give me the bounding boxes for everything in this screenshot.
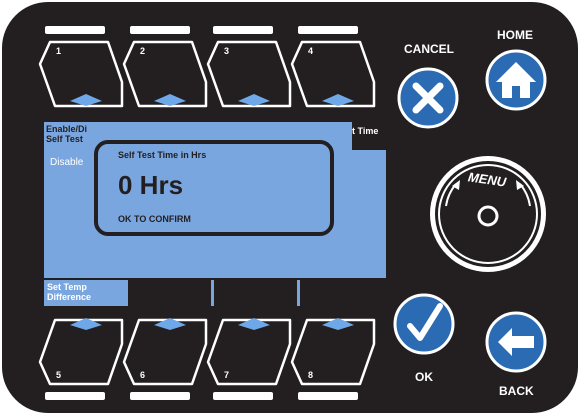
soft-key-number-6: 6 bbox=[140, 370, 146, 380]
panel-graphics bbox=[2, 2, 578, 413]
control-panel: 1 2 3 4 5 6 7 8 CANCEL HOME OK BACK MENU… bbox=[0, 0, 580, 415]
indicator-bar-7 bbox=[213, 392, 273, 400]
home-label: HOME bbox=[497, 28, 533, 42]
soft-key-number-4: 4 bbox=[308, 46, 314, 56]
indicator-bar-4 bbox=[298, 26, 358, 34]
soft-key-number-5: 5 bbox=[56, 370, 62, 380]
soft-key-number-2: 2 bbox=[140, 46, 146, 56]
dialog-value: 0 Hrs bbox=[118, 170, 184, 200]
cancel-label: CANCEL bbox=[404, 42, 454, 56]
soft-key-number-3: 3 bbox=[224, 46, 230, 56]
indicator-bar-3 bbox=[213, 26, 273, 34]
screen-top-right-label: t Time bbox=[352, 126, 379, 136]
indicator-bar-2 bbox=[130, 26, 190, 34]
cancel-button[interactable] bbox=[397, 67, 459, 129]
indicator-bar-8 bbox=[298, 392, 358, 400]
home-button[interactable] bbox=[485, 49, 547, 111]
back-label: BACK bbox=[499, 384, 534, 398]
ok-button[interactable] bbox=[393, 293, 455, 355]
softkey-label-text-1: Set Temp Difference bbox=[47, 282, 92, 302]
soft-key-number-8: 8 bbox=[308, 370, 314, 380]
indicator-bar-1 bbox=[45, 26, 105, 34]
ok-label: OK bbox=[415, 370, 433, 384]
screen-left-value: Disable bbox=[50, 157, 84, 168]
softkey-label-4 bbox=[300, 279, 386, 306]
dialog-hint: OK TO CONFIRM bbox=[118, 214, 191, 224]
indicator-bar-5 bbox=[45, 392, 105, 400]
soft-key-number-1: 1 bbox=[56, 46, 62, 56]
screen-top-left-label: Enable/Di Self Test bbox=[46, 124, 88, 144]
softkey-label-3 bbox=[214, 279, 297, 306]
soft-key-number-7: 7 bbox=[224, 370, 230, 380]
indicator-bar-6 bbox=[130, 392, 190, 400]
dialog-title: Self Test Time in Hrs bbox=[118, 150, 207, 160]
softkey-label-2 bbox=[128, 279, 211, 306]
back-button[interactable] bbox=[485, 311, 547, 373]
